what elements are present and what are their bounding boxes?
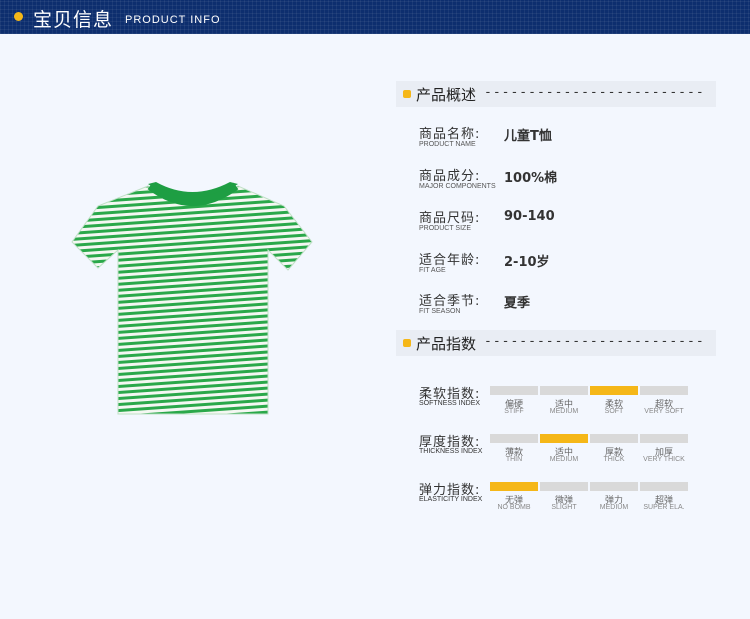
overview-label: 适合季节: xyxy=(419,294,481,309)
header-dot xyxy=(14,12,23,21)
index-level-bar xyxy=(640,434,688,443)
overview-label-en: MAJOR COMPONENTS xyxy=(419,183,496,190)
overview-label-en: PRODUCT SIZE xyxy=(419,225,471,232)
overview-value: 夏季 xyxy=(504,296,531,311)
index-level-bar xyxy=(490,434,538,443)
section-divider: ------------------------- xyxy=(484,85,705,100)
overview-value: 100%棉 xyxy=(504,171,558,186)
page-header: 宝贝信息 PRODUCT INFO xyxy=(0,0,750,34)
overview-label: 商品尺码: xyxy=(419,211,481,226)
overview-title: 产品概述 xyxy=(416,86,477,104)
indices-section-header: 产品指数 ------------------------- xyxy=(396,330,716,356)
index-label-en: THICKNESS INDEX xyxy=(419,448,483,455)
index-level-bar xyxy=(540,434,588,443)
index-level-bar xyxy=(490,386,538,395)
overview-value: 2-10岁 xyxy=(504,255,550,270)
overview-value: 儿童T恤 xyxy=(504,129,552,144)
striped-tshirt-icon xyxy=(71,182,313,415)
header-subtitle: PRODUCT INFO xyxy=(125,14,221,26)
section-divider: ------------------------- xyxy=(484,334,705,349)
overview-label: 适合年龄: xyxy=(419,253,481,268)
index-level-label-en: SUPER ELA. xyxy=(643,504,685,511)
index-level-label-en: VERY SOFT xyxy=(644,408,684,415)
section-dot xyxy=(403,339,411,347)
overview-label-en: PRODUCT NAME xyxy=(419,141,476,148)
overview-value: 90-140 xyxy=(504,209,555,224)
overview-label: 商品名称: xyxy=(419,127,481,142)
overview-label-en: FIT SEASON xyxy=(419,308,461,315)
overview-label-en: FIT AGE xyxy=(419,267,446,274)
overview-label: 商品成分: xyxy=(419,169,481,184)
index-level-bar xyxy=(640,482,688,491)
index-level-bar xyxy=(540,386,588,395)
index-label-en: SOFTNESS INDEX xyxy=(419,400,481,407)
indices-title: 产品指数 xyxy=(416,335,477,353)
overview-section-header: 产品概述 ------------------------- xyxy=(396,81,716,107)
index-level-bar xyxy=(540,482,588,491)
section-dot xyxy=(403,90,411,98)
index-level-bar xyxy=(590,434,638,443)
index-level-bar xyxy=(640,386,688,395)
index-level-bar xyxy=(590,482,638,491)
index-level-bar xyxy=(590,386,638,395)
index-level-label-en: VERY THICK xyxy=(643,456,685,463)
index-label-en: ELASTICITY INDEX xyxy=(419,496,483,503)
index-level-bar xyxy=(490,482,538,491)
header-title: 宝贝信息 xyxy=(33,9,114,31)
